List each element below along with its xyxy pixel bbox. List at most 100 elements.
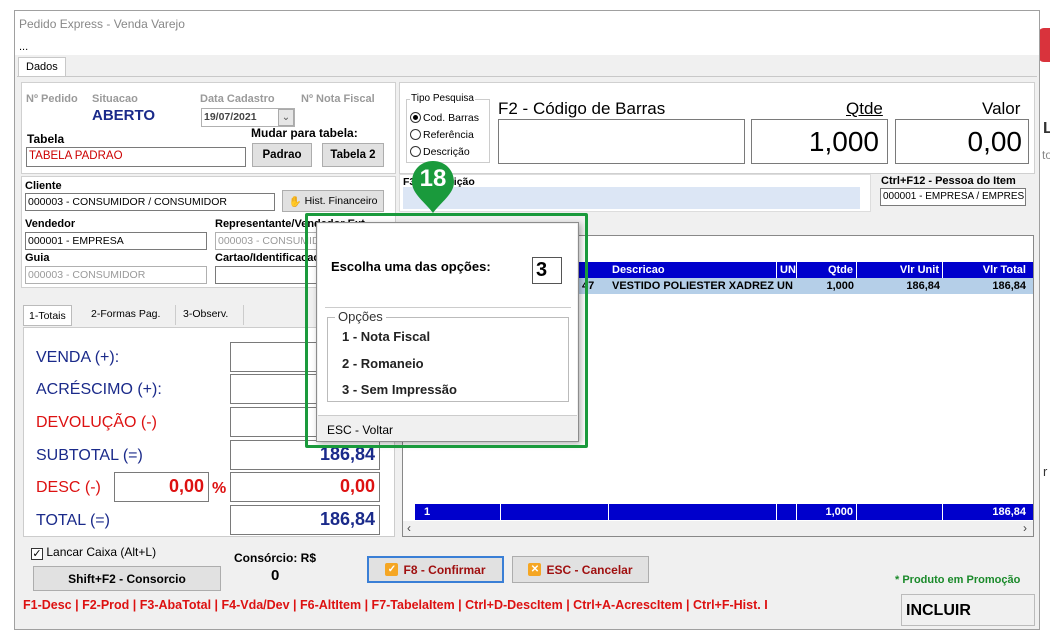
desc-pct-field[interactable]: 0,00 (114, 472, 209, 502)
footer-qtde: 1,000 (797, 504, 857, 520)
pessoa-item-field[interactable]: 000001 - EMPRESA / EMPRES (880, 188, 1026, 206)
total-label: TOTAL (=) (36, 512, 110, 529)
cell-vlr-unit: 186,84 (906, 280, 940, 292)
venda-label: VENDA (+): (36, 349, 120, 366)
radio-descricao-label: Descrição (423, 146, 470, 158)
tipo-pesquisa-label: Tipo Pesquisa (410, 93, 475, 104)
background-letter-l: L (1043, 120, 1050, 137)
consorcio-value: 0 (271, 567, 280, 584)
radio-cod-barras[interactable]: Cod. Barras (410, 112, 479, 124)
cliente-field[interactable]: 000003 - CONSUMIDOR / CONSUMIDOR (25, 193, 275, 211)
footer-col (501, 504, 609, 520)
lancar-caixa-label: Lancar Caixa (Alt+L) (46, 545, 157, 559)
valor-label: Valor (982, 99, 1021, 118)
col-header-un[interactable]: UN (777, 262, 797, 278)
qtde-label: Qtde (846, 99, 883, 118)
col-header-qtde[interactable]: Qtde (797, 262, 857, 278)
codigo-barras-label: F2 - Código de Barras (498, 99, 666, 118)
radio-descricao[interactable]: Descrição (410, 146, 470, 158)
window-title: Pedido Express - Venda Varejo (15, 11, 1039, 37)
check-icon: ✓ (385, 563, 399, 576)
percent-sign: % (212, 480, 227, 497)
confirmar-button[interactable]: ✓ F8 - Confirmar (367, 556, 504, 583)
guia-field[interactable]: 000003 - CONSUMIDOR (25, 266, 207, 284)
radio-referencia[interactable]: Referência (410, 129, 474, 141)
confirmar-label: F8 - Confirmar (403, 562, 486, 577)
situacao-label: Situacao (92, 93, 138, 105)
col-header-vlr-unit[interactable]: Vlr Unit (857, 262, 943, 278)
tab-observ[interactable]: 3-Observ. (183, 308, 228, 320)
desc-value[interactable]: 0,00 (230, 472, 380, 502)
tab-totais[interactable]: 1-Totais (23, 305, 72, 326)
grid-footer: 1 1,000 186,84 (415, 504, 1033, 520)
vendedor-field[interactable]: 000001 - EMPRESA (25, 232, 207, 250)
menu-bar[interactable]: ... (15, 37, 1039, 55)
cell-descricao: VESTIDO POLIESTER XADREZ (612, 280, 774, 292)
qtde-field[interactable]: 1,000 (751, 119, 888, 164)
cell-vlr-total: 186,84 (992, 280, 1026, 292)
pedido-label: Nº Pedido (26, 93, 78, 105)
footer-total: 186,84 (992, 506, 1026, 518)
consorcio-button[interactable]: Shift+F2 - Consorcio (33, 566, 221, 591)
footer-col (609, 504, 777, 520)
subtotal-label: SUBTOTAL (=) (36, 447, 143, 464)
footer-col (857, 504, 943, 520)
status-text: INCLUIR (906, 602, 971, 619)
horizontal-scrollbar[interactable]: ‹ › (403, 521, 1033, 536)
radio-referencia-icon (410, 129, 421, 140)
padrao-button[interactable]: Padrao (252, 143, 312, 167)
tab-formas-pag[interactable]: 2-Formas Pag. (91, 308, 160, 320)
lancar-caixa-checkbox[interactable]: ✓ Lancar Caixa (Alt+L) (31, 545, 156, 560)
tabela-field[interactable]: TABELA PADRAO (26, 147, 246, 167)
handshake-icon: ✋ (288, 195, 302, 208)
data-cadastro-label: Data Cadastro (200, 93, 275, 105)
consorcio-label: Consórcio: R$ (234, 551, 317, 565)
background-letter-r: r (1043, 464, 1048, 479)
nota-fiscal-label: Nº Nota Fiscal (301, 93, 375, 105)
cancelar-label: ESC - Cancelar (546, 562, 633, 577)
shortcuts-bar: F1-Desc | F2-Prod | F3-AbaTotal | F4-Vda… (23, 598, 768, 612)
valor-field[interactable]: 0,00 (895, 119, 1029, 164)
vendedor-label: Vendedor (25, 218, 76, 230)
cell-un: UN (777, 280, 793, 292)
col-header-descricao[interactable]: Descricao (609, 262, 777, 278)
radio-descricao-icon (410, 146, 421, 157)
radio-referencia-label: Referência (423, 129, 474, 141)
descricao-field[interactable] (403, 187, 860, 209)
order-header-panel: Nº Pedido Situacao ABERTO Data Cadastro … (21, 82, 396, 174)
footer-col (777, 504, 797, 520)
close-icon: ✕ (528, 563, 542, 576)
tab-dados[interactable]: Dados (18, 57, 66, 77)
search-panel: Tipo Pesquisa Cod. Barras Referência Des… (399, 82, 1035, 174)
data-cadastro-value: 19/07/2021 (204, 111, 257, 123)
chevron-down-icon: ⌄ (281, 112, 291, 123)
annotation-highlight-box (305, 213, 588, 448)
devolucao-label: DEVOLUÇÃO (-) (36, 414, 157, 431)
descricao-panel: F3 - Descrição (399, 174, 871, 212)
radio-cod-barras-icon (410, 112, 421, 123)
date-dropdown-button[interactable]: ⌄ (278, 109, 294, 126)
promocao-note: * Produto em Promoção (895, 574, 1021, 586)
codigo-barras-field[interactable] (498, 119, 745, 164)
cancelar-button[interactable]: ✕ ESC - Cancelar (512, 556, 649, 583)
guia-label: Guia (25, 252, 50, 264)
annotation-badge: 18 (419, 165, 447, 192)
hist-financeiro-button[interactable]: ✋ Hist. Financeiro (282, 190, 384, 212)
mudar-tabela-label: Mudar para tabela: (251, 126, 358, 140)
pessoa-item-label: Ctrl+F12 - Pessoa do Item (881, 175, 1016, 187)
cliente-label: Cliente (25, 180, 62, 192)
col-header-vlr-total[interactable]: Vlr Total (943, 262, 1029, 278)
acrescimo-label: ACRÉSCIMO (+): (36, 381, 162, 398)
status-panel: INCLUIR (901, 594, 1035, 626)
annotation-marker: 18 (410, 159, 456, 215)
background-text-to: to (1042, 148, 1050, 162)
hist-financeiro-label: Hist. Financeiro (304, 195, 378, 207)
radio-cod-barras-label: Cod. Barras (423, 112, 480, 124)
tab-separator (175, 305, 176, 325)
total-value: 186,84 (230, 505, 380, 535)
scroll-left-icon[interactable]: ‹ (407, 521, 411, 535)
scroll-right-icon[interactable]: › (1023, 521, 1027, 535)
tab-separator (243, 305, 244, 325)
tabela-label: Tabela (27, 132, 65, 146)
tabela2-button[interactable]: Tabela 2 (322, 143, 384, 167)
